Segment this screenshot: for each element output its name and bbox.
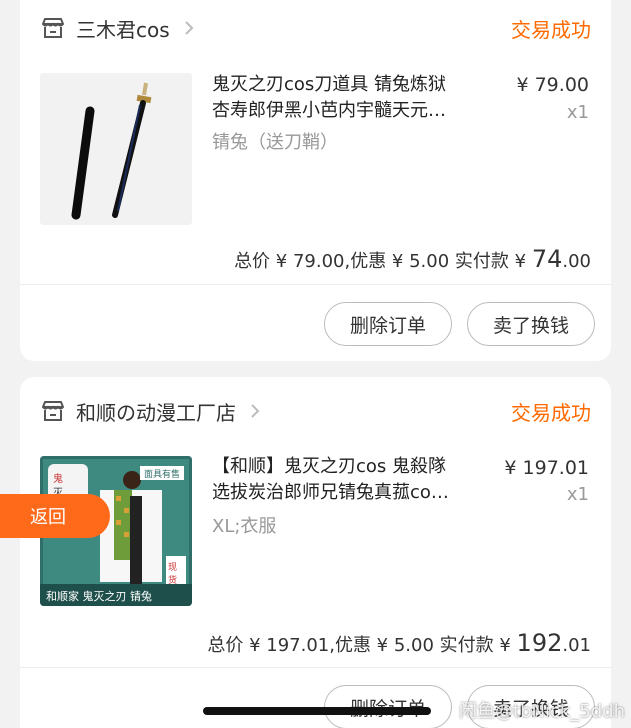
shop-name[interactable]: 三木君cos xyxy=(76,14,170,43)
order-card: 和顺の动漫工厂店 交易成功 鬼 灭 面具有售 现 货 和顺家 鬼灭 xyxy=(20,377,611,728)
store-icon xyxy=(42,18,64,38)
divider xyxy=(20,284,611,285)
paid-amount-integer: 74 xyxy=(531,245,563,273)
product-title-line2: 选拔炭治郎师兄锖兔真菰co… xyxy=(212,482,449,503)
image-banner-text: 和顺家 鬼灭之刃 锖兔 xyxy=(46,589,152,603)
watermark: 闲鱼@tbNick_5ddh xyxy=(459,701,625,722)
paid-amount-decimal: .00 xyxy=(562,251,591,272)
order-status: 交易成功 xyxy=(511,400,591,425)
product-sku: 锖兔（送刀鞘） xyxy=(212,132,338,153)
product-image[interactable] xyxy=(40,73,192,225)
divider xyxy=(20,667,611,668)
price-summary-text: 总价 ¥ 79.00,优惠 ¥ 5.00 实付款 ¥ xyxy=(234,251,532,272)
price-summary: 总价 ¥ 197.01,优惠 ¥ 5.00 实付款 ¥ 192.01 xyxy=(207,629,591,657)
home-indicator[interactable] xyxy=(203,707,431,715)
store-icon xyxy=(42,401,64,421)
product-title[interactable]: 鬼灭之刃cos刀道具 锖兔炼狱 杏寿郎伊黑小芭内宇髓天元… xyxy=(212,72,488,124)
chevron-right-icon xyxy=(184,21,194,35)
price-summary: 总价 ¥ 79.00,优惠 ¥ 5.00 实付款 ¥ 74.00 xyxy=(234,245,591,273)
quantity: x1 xyxy=(566,102,589,123)
shop-name[interactable]: 和顺の动漫工厂店 xyxy=(76,397,236,426)
shop-row[interactable]: 和顺の动漫工厂店 交易成功 xyxy=(40,391,591,431)
paid-amount-decimal: .01 xyxy=(562,635,591,656)
product-title-line2: 杏寿郎伊黑小芭内宇髓天元… xyxy=(212,100,446,121)
product-title[interactable]: 【和顺】鬼灭之刃cos 鬼殺隊 选拔炭治郎师兄锖兔真菰co… xyxy=(212,454,488,506)
product-sku: XL;衣服 xyxy=(212,516,277,537)
price-summary-text: 总价 ¥ 197.01,优惠 ¥ 5.00 实付款 ¥ xyxy=(207,635,517,656)
delete-order-button[interactable]: 删除订单 xyxy=(324,302,452,346)
back-button[interactable]: 返回 xyxy=(0,494,110,538)
unit-price: ¥ 79.00 xyxy=(516,74,589,96)
chevron-right-icon xyxy=(251,404,260,418)
shop-row[interactable]: 三木君cos 交易成功 xyxy=(40,8,591,48)
svg-text:现: 现 xyxy=(168,562,177,573)
order-card: 三木君cos 交易成功 鬼灭之刃cos刀道具 锖兔炼狱 杏寿郎伊黑小芭内宇髓天元… xyxy=(20,0,611,361)
quantity: x1 xyxy=(566,484,589,505)
product-title-line1: 鬼灭之刃cos刀道具 锖兔炼狱 xyxy=(212,74,447,95)
resell-button[interactable]: 卖了换钱 xyxy=(467,302,595,346)
svg-text:鬼: 鬼 xyxy=(53,472,63,485)
order-status: 交易成功 xyxy=(511,17,591,42)
product-title-line1: 【和顺】鬼灭之刃cos 鬼殺隊 xyxy=(212,456,447,477)
unit-price: ¥ 197.01 xyxy=(504,457,589,479)
paid-amount-integer: 192 xyxy=(516,629,563,657)
image-corner-text: 面具有售 xyxy=(144,468,180,480)
sword-image xyxy=(40,73,192,225)
